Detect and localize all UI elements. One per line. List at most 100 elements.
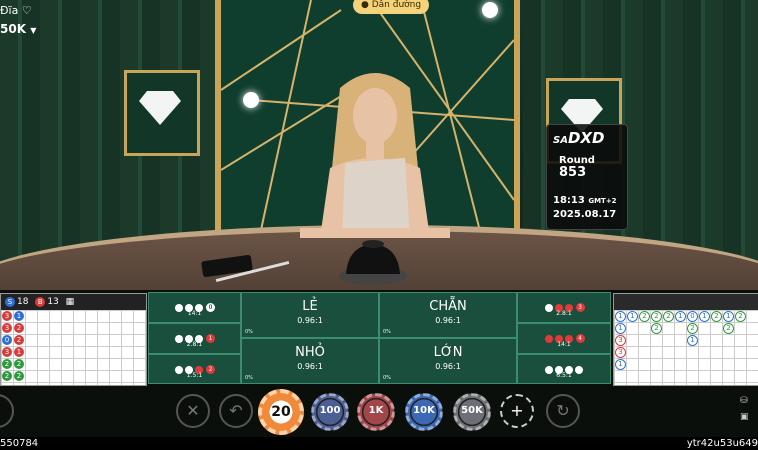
bet-le[interactable]: LẺ 0.96:1 0% <box>241 292 379 338</box>
road-bead: 3 <box>2 323 12 333</box>
chip-50k[interactable]: 50K <box>453 393 491 431</box>
road-bead: 1 <box>615 359 626 370</box>
side-bet-odds: 1.5:1 <box>186 372 203 379</box>
footer-bar: 550784 ytr42u53u649 <box>0 437 758 450</box>
game-logo-text: DXD <box>567 129 605 147</box>
road-header <box>614 294 758 310</box>
undo-icon: ↶ <box>229 401 243 420</box>
session-id: 550784 <box>0 438 39 449</box>
side-bet-odds: 2.8:1 <box>186 341 203 348</box>
bet-side-left-2[interactable]: 1 2.8:1 <box>148 323 241 354</box>
bet-side-left-1[interactable]: 0 14:1 <box>148 292 241 323</box>
repeat-bet-button[interactable]: ↻ <box>546 394 580 428</box>
dealer <box>300 73 450 238</box>
user-id: ytr42u53u649 <box>686 438 758 449</box>
chip-1k[interactable]: 1K <box>357 393 395 431</box>
close-icon: ✕ <box>186 401 200 420</box>
guide-icon: ● <box>361 0 369 10</box>
side-bet-odds: 14:1 <box>557 341 571 348</box>
bet-le-label: LẺ <box>302 299 318 314</box>
road-bead: 1 <box>687 335 698 346</box>
bet-chan-label: CHẴN <box>429 299 467 314</box>
side-bet-odds: 6.5:1 <box>556 372 572 379</box>
undo-button[interactable]: ↶ <box>219 394 253 428</box>
bet-side-left-3[interactable]: 2 1.5:1 <box>148 354 241 384</box>
bet-side-right-1[interactable]: 3 2.8:1 <box>517 292 611 323</box>
road-bead: 1 <box>14 347 24 357</box>
guide-button-label: Dẫn đường <box>371 0 422 10</box>
game-logo: SADXD <box>553 129 605 147</box>
bet-side-right-2[interactable]: 4 14:1 <box>517 323 611 354</box>
road-bead: 1 <box>615 311 626 322</box>
small-count: 18 <box>17 297 29 307</box>
road-bead: 2 <box>2 371 12 381</box>
road-bead: 1 <box>14 311 24 321</box>
road-bead: 2 <box>663 311 674 322</box>
road-bead: 3 <box>615 335 626 346</box>
chip-label: 100 <box>319 405 341 416</box>
chip-label: 20 <box>271 404 291 420</box>
ceiling-light <box>243 92 259 108</box>
bet-lon[interactable]: LỚN 0.96:1 0% <box>379 338 517 384</box>
chip-label: 50K <box>461 405 483 416</box>
chip-10k[interactable]: 10K <box>405 393 443 431</box>
road-bead: 3 <box>615 347 626 358</box>
wallet-icon[interactable]: ▣ <box>740 412 749 422</box>
guide-button[interactable]: ● Dẫn đường <box>353 0 430 14</box>
side-toolbar: ⛁ ▣ <box>740 396 749 422</box>
add-chip-button[interactable]: + <box>500 394 534 428</box>
history-icon[interactable]: ⛁ <box>740 396 749 406</box>
table-title-text: Đĩa <box>0 4 19 17</box>
road-bead: 2 <box>14 323 24 333</box>
bet-limit-selector[interactable]: 50K ▼ <box>0 22 36 36</box>
bet-lon-percent: 0% <box>383 375 391 381</box>
road-stats: S 18 B 13 ▦ <box>1 294 146 310</box>
left-edge-button[interactable] <box>0 394 14 428</box>
dice-shaker-bowl <box>339 240 407 285</box>
big-road-grid: 1122210121212223131 <box>614 310 758 385</box>
bead-road-left[interactable]: S 18 B 13 ▦ 313202312222 <box>0 293 147 386</box>
round-date: 2025.08.17 <box>553 209 617 220</box>
small-count-badge: S <box>5 297 15 307</box>
ceiling-light <box>482 2 498 18</box>
side-bet-odds: 14:1 <box>187 310 202 317</box>
road-bead: 1 <box>627 311 638 322</box>
big-road-right[interactable]: 1122210121212223131 <box>613 293 758 386</box>
cancel-bet-button[interactable]: ✕ <box>176 394 210 428</box>
road-bead: 2 <box>735 311 746 322</box>
road-bead: 0 <box>687 311 698 322</box>
road-bead: 2 <box>687 323 698 334</box>
table-title[interactable]: Đĩa ♡ <box>0 4 32 17</box>
chip-label: 10K <box>413 405 435 416</box>
road-bead: 1 <box>675 311 686 322</box>
chip-label: 1K <box>368 405 384 416</box>
round-time: 18:13 GMT+2 <box>553 195 617 206</box>
bead-grid: 313202312222 <box>1 310 146 385</box>
chip-20[interactable]: 20 <box>258 389 304 435</box>
live-dealer-video <box>0 0 758 290</box>
bet-nho-percent: 0% <box>245 375 253 381</box>
chip-100[interactable]: 100 <box>311 393 349 431</box>
round-number: 853 <box>559 165 587 180</box>
road-bead: 1 <box>723 311 734 322</box>
plus-icon: + <box>510 401 524 420</box>
road-bead: 2 <box>14 335 24 345</box>
road-bead: 2 <box>651 311 662 322</box>
big-count: 13 <box>47 297 59 307</box>
timezone: GMT+2 <box>588 197 617 205</box>
big-count-badge: B <box>35 297 46 307</box>
redo-icon: ↻ <box>556 401 570 420</box>
bet-limit-value: 50K <box>0 22 26 36</box>
chevron-down-icon: ▼ <box>30 26 37 35</box>
time-value: 18:13 <box>553 195 585 206</box>
bet-side-right-3[interactable]: 6.5:1 <box>517 354 611 384</box>
bet-nho[interactable]: NHỎ 0.96:1 0% <box>241 338 379 384</box>
bet-le-percent: 0% <box>245 329 253 335</box>
favorite-heart-icon[interactable]: ♡ <box>22 4 32 17</box>
road-bead: 2 <box>651 323 662 334</box>
road-bead: 1 <box>615 323 626 334</box>
bet-chan[interactable]: CHẴN 0.96:1 0% <box>379 292 517 338</box>
bet-lon-odds: 0.96:1 <box>435 362 461 371</box>
bet-nho-odds: 0.96:1 <box>297 362 323 371</box>
statistics-icon[interactable]: ▦ <box>66 297 75 307</box>
